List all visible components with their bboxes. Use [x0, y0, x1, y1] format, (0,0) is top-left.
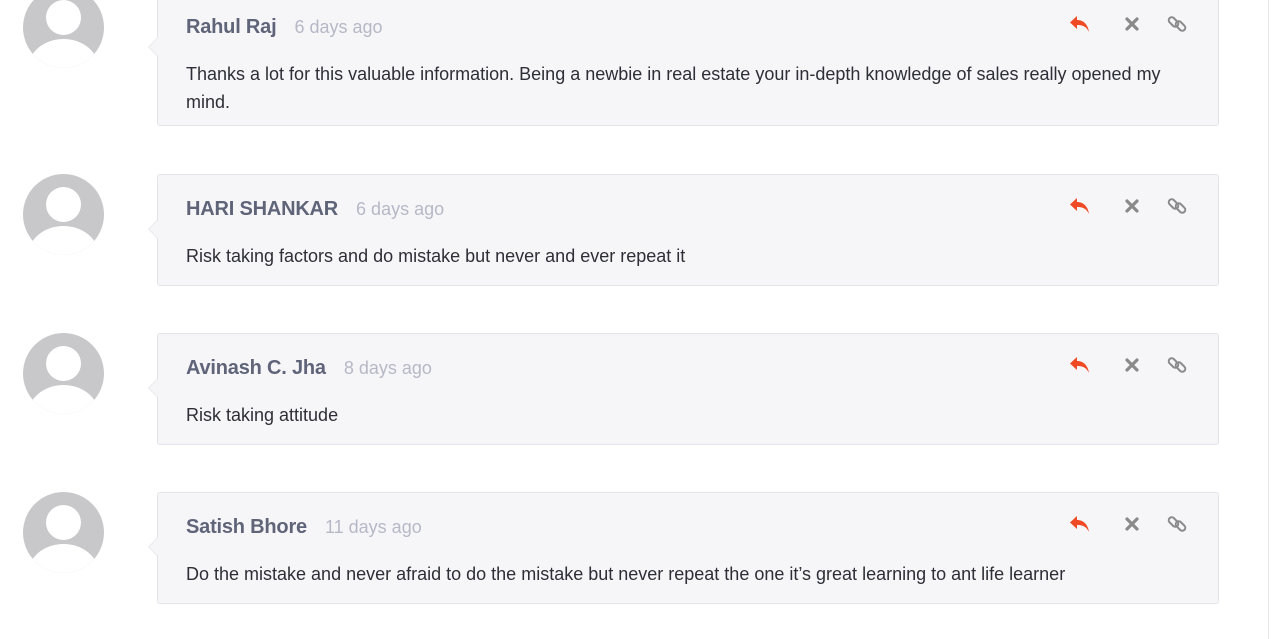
close-x-icon[interactable]	[1120, 12, 1144, 36]
reply-arrow-icon[interactable]	[1068, 194, 1092, 218]
link-icon[interactable]	[1165, 512, 1189, 536]
avatar	[23, 333, 104, 414]
comment-card: Avinash C. Jha 8 days ago Risk taking att…	[148, 333, 1219, 445]
reply-arrow-icon[interactable]	[1068, 12, 1092, 36]
comment-meta: Satish Bhore 11 days ago	[186, 516, 422, 539]
comment-meta: Avinash C. Jha 8 days ago	[186, 357, 432, 380]
link-icon[interactable]	[1165, 12, 1189, 36]
link-icon[interactable]	[1165, 194, 1189, 218]
comment-text: Risk taking attitude	[186, 405, 339, 425]
reply-arrow-icon[interactable]	[1068, 353, 1092, 377]
link-icon[interactable]	[1165, 353, 1189, 377]
comment-author[interactable]: Rahul Raj	[186, 16, 277, 38]
reply-arrow-icon[interactable]	[1068, 512, 1092, 536]
comment-date[interactable]: 11 days ago	[325, 517, 422, 537]
close-x-icon[interactable]	[1120, 353, 1144, 377]
comment-card: HARI SHANKAR 6 days ago Risk taking facto…	[148, 174, 1219, 286]
comment-card: Satish Bhore 11 days ago Do the mistake a…	[148, 492, 1219, 604]
comment-meta: HARI SHANKAR 6 days ago	[186, 198, 444, 221]
comment-text: Risk taking factors and do mistake but n…	[186, 246, 686, 266]
comment-text: Thanks a lot for this valuable informati…	[186, 64, 1161, 112]
comment-date[interactable]: 6 days ago	[356, 199, 444, 219]
comment-author[interactable]: Avinash C. Jha	[186, 357, 326, 379]
avatar	[23, 492, 104, 573]
avatar	[23, 0, 104, 68]
scrollbar-track[interactable]	[1268, 0, 1279, 639]
comment-date[interactable]: 8 days ago	[344, 358, 432, 378]
comment-date[interactable]: 6 days ago	[294, 17, 382, 37]
comment-meta: Rahul Raj 6 days ago	[186, 16, 383, 39]
comment-author[interactable]: HARI SHANKAR	[186, 198, 338, 220]
close-x-icon[interactable]	[1120, 194, 1144, 218]
comment-author[interactable]: Satish Bhore	[186, 516, 307, 538]
close-x-icon[interactable]	[1120, 512, 1144, 536]
avatar	[23, 174, 104, 255]
comment-card: Rahul Raj 6 days ago Thanks a lot for thi…	[148, 0, 1219, 126]
comment-text: Do the mistake and never afraid to do th…	[186, 564, 1066, 584]
